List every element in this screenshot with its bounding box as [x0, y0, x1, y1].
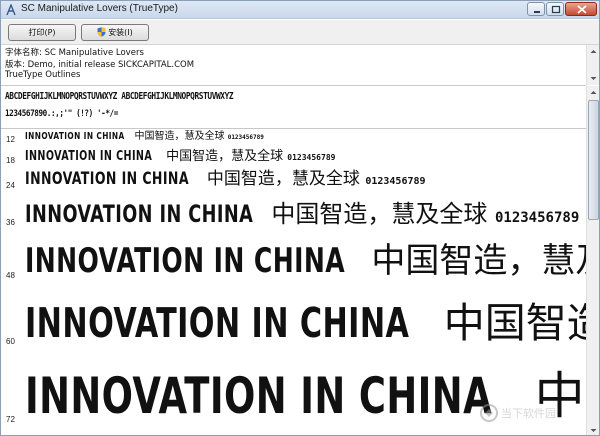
vertical-scrollbar[interactable]: [586, 86, 599, 436]
latin-sample: INNOVATION IN CHINA: [25, 149, 153, 164]
uac-shield-icon: [97, 26, 106, 37]
sample-row-18: INNOVATION IN CHINA 中国智造，慧及全球 0123456789: [25, 150, 335, 163]
digits-sample: 0123456789: [494, 210, 580, 226]
title-bar: SC Manipulative Lovers (TrueType): [1, 1, 599, 19]
cjk-sample: 中国智造，慧及全球: [166, 149, 284, 164]
latin-sample: INNOVATION IN CHINA: [25, 131, 125, 142]
digits-sample: 0123456789: [227, 134, 264, 141]
sample-row-48: INNOVATION IN CHINA 中国智造，慧及全: [25, 241, 599, 281]
size-label-60: 60: [6, 337, 15, 346]
close-icon: [577, 5, 587, 14]
latin-sample: INNOVATION IN CHINA: [25, 200, 254, 228]
cjk-sample: 中国智造，: [443, 299, 599, 347]
maximize-icon: [551, 5, 561, 14]
divider: [1, 85, 586, 86]
scroll-up-icon[interactable]: [588, 87, 599, 98]
scroll-down-icon[interactable]: [588, 73, 599, 84]
scroll-down-icon[interactable]: [588, 425, 599, 436]
minimize-icon: [534, 11, 540, 13]
alphabet-sample-line: ABCDEFGHIJKLMNOPQRSTUVWXYZ ABCDEFGHIJKLM…: [5, 91, 234, 102]
font-info-panel: 字体名称: SC Manipulative Lovers 版本: Demo, i…: [1, 45, 599, 85]
minimize-button[interactable]: [527, 2, 545, 16]
size-label-48: 48: [6, 271, 15, 280]
watermark: 当下软件园: [479, 399, 587, 427]
size-label-72: 72: [6, 415, 15, 424]
sample-row-36: INNOVATION IN CHINA 中国智造，慧及全球 0123456789: [25, 202, 579, 226]
toolbar: 打印(P) 安装(I): [1, 20, 599, 45]
latin-sample: INNOVATION IN CHINA: [25, 299, 410, 347]
size-label-12: 12: [6, 135, 15, 144]
maximize-button[interactable]: [546, 2, 564, 16]
scroll-up-icon[interactable]: [588, 46, 599, 57]
scrollbar-thumb[interactable]: [588, 100, 599, 220]
close-button[interactable]: [565, 2, 597, 16]
size-label-18: 18: [6, 156, 15, 165]
font-viewer-window: SC Manipulative Lovers (TrueType) 打印(P) …: [0, 0, 600, 436]
install-label: 安装(I): [108, 28, 133, 37]
digits-sample: 0123456789: [287, 153, 336, 162]
watermark-logo-icon: [480, 404, 498, 422]
watermark-text: 当下软件园: [501, 407, 556, 420]
font-name-line: 字体名称: SC Manipulative Lovers: [5, 48, 144, 58]
info-scrollbar[interactable]: [586, 45, 599, 85]
latin-sample: INNOVATION IN CHINA: [25, 241, 346, 281]
print-button[interactable]: 打印(P): [8, 24, 76, 41]
cjk-sample: 中国智造，慧及全球: [206, 169, 360, 189]
symbols-sample-line: 1234567890.:,;'" (!?) '-*/=: [5, 109, 118, 119]
font-outline-line: TrueType Outlines: [5, 70, 81, 80]
cjk-sample: 中国智造，慧及全球: [134, 131, 225, 142]
size-label-36: 36: [6, 218, 15, 227]
latin-sample: INNOVATION IN CHINA: [25, 169, 189, 189]
sample-row-60: INNOVATION IN CHINA 中国智造，: [25, 299, 599, 347]
cjk-sample: 中国智造，慧及全: [371, 241, 599, 281]
sample-row-12: INNOVATION IN CHINA 中国智造，慧及全球 0123456789: [25, 132, 264, 142]
divider: [1, 128, 586, 129]
font-app-icon: [6, 4, 16, 16]
font-version-line: 版本: Demo, initial release SICKCAPITAL.CO…: [5, 60, 195, 70]
sample-row-24: INNOVATION IN CHINA 中国智造，慧及全球 0123456789: [25, 171, 426, 188]
window-title: SC Manipulative Lovers (TrueType): [21, 3, 178, 14]
install-button[interactable]: 安装(I): [81, 24, 149, 41]
digits-sample: 0123456789: [365, 176, 426, 187]
cjk-sample: 中国智造，慧及全球: [271, 200, 488, 228]
latin-sample: INNOVATION IN CHINA: [25, 367, 493, 425]
size-label-24: 24: [6, 181, 15, 190]
